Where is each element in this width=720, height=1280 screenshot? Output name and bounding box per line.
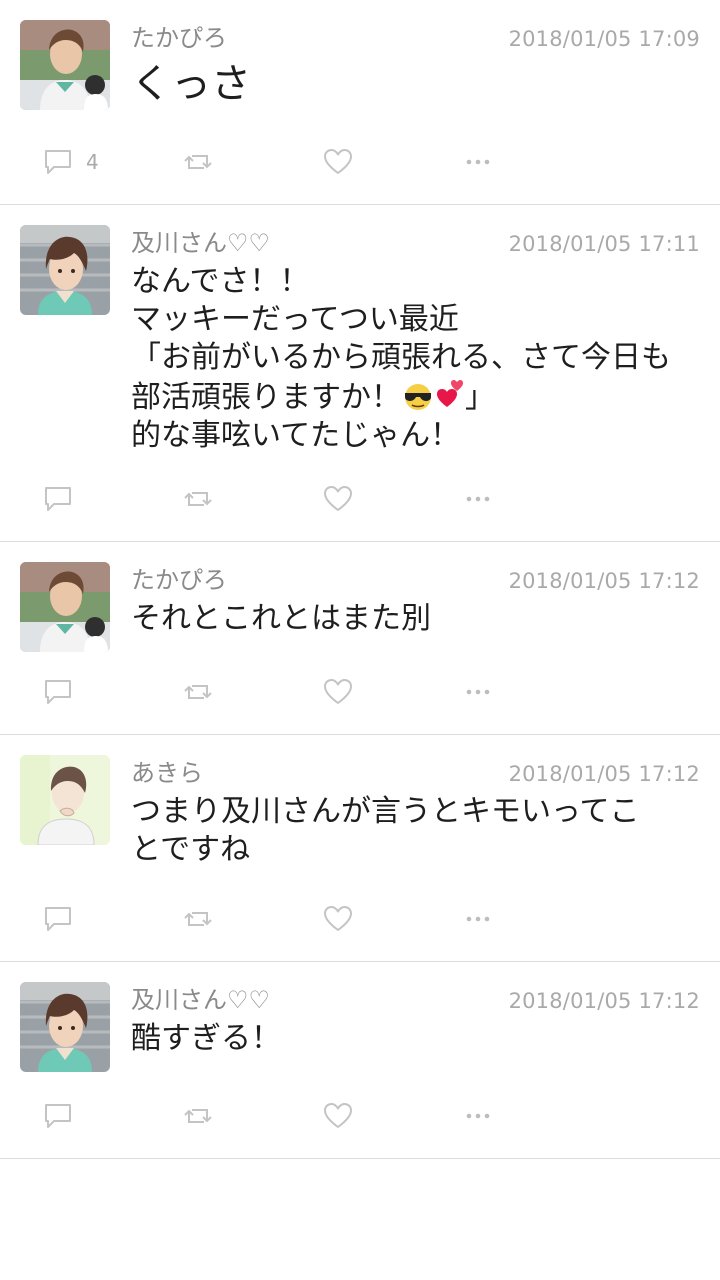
post-actions (20, 469, 700, 529)
more-icon (462, 1100, 494, 1132)
avatar-image (20, 20, 110, 110)
retweet-icon (182, 146, 214, 178)
post-item[interactable]: あきら 2018/01/05 17:12 つまり及川さんが言うとキモいってこ と… (0, 735, 720, 962)
comment-button[interactable] (42, 894, 182, 944)
more-icon (462, 483, 494, 515)
post-item[interactable]: たかぴろ 2018/01/05 17:09 くっさ 4 (0, 0, 720, 205)
post-message: それとこれとはまた別 (131, 601, 431, 636)
message-line: 的な事呟いてたじゃん！ (131, 418, 461, 453)
username[interactable]: 及川さん♡♡ (131, 982, 270, 1018)
more-button[interactable] (462, 137, 602, 187)
avatar-image (20, 982, 110, 1072)
avatar[interactable] (20, 755, 110, 845)
timestamp: 2018/01/05 17:12 (508, 989, 700, 1013)
post-meta: あきら 2018/01/05 17:12 (131, 755, 700, 791)
post-actions (20, 662, 700, 722)
comment-count: 4 (86, 150, 99, 174)
comment-icon (42, 1100, 74, 1132)
more-button[interactable] (462, 474, 602, 524)
comment-icon (42, 903, 74, 935)
post-item[interactable]: 及川さん♡♡ 2018/01/05 17:11 なんでさ！！ マッキーだってつい… (0, 205, 720, 542)
timestamp: 2018/01/05 17:09 (508, 27, 700, 51)
like-icon (322, 146, 354, 178)
comment-icon (42, 146, 74, 178)
like-button[interactable] (322, 667, 462, 717)
retweet-icon (182, 676, 214, 708)
more-icon (462, 676, 494, 708)
like-icon (322, 1100, 354, 1132)
retweet-button[interactable] (182, 1091, 322, 1141)
sunglasses-emoji (405, 384, 431, 410)
like-icon (322, 676, 354, 708)
post-actions (20, 889, 700, 949)
message-line: つまり及川さんが言うとキモいってこ (131, 794, 640, 829)
more-button[interactable] (462, 894, 602, 944)
message-line: 部活頑張りますか！ (131, 380, 401, 415)
username[interactable]: あきら (131, 755, 203, 791)
post-content: 及川さん♡♡ 2018/01/05 17:12 酷すぎる！ (131, 982, 700, 1072)
comment-icon (42, 483, 74, 515)
post-message: なんでさ！！ マッキーだってつい最近 「お前がいるから頑張れる、さて今日も 部活… (131, 263, 700, 455)
username[interactable]: たかぴろ (131, 562, 227, 598)
post-message: つまり及川さんが言うとキモいってこ とですね (131, 793, 700, 869)
retweet-button[interactable] (182, 894, 322, 944)
post-item[interactable]: 及川さん♡♡ 2018/01/05 17:12 酷すぎる！ (0, 962, 720, 1159)
username[interactable]: 及川さん♡♡ (131, 225, 270, 261)
avatar-image (20, 225, 110, 315)
username[interactable]: たかぴろ (131, 20, 227, 56)
message-line: 「お前がいるから頑張れる、さて今日も (131, 340, 671, 375)
like-button[interactable] (322, 137, 462, 187)
avatar[interactable] (20, 20, 110, 110)
more-icon (462, 903, 494, 935)
timestamp: 2018/01/05 17:11 (508, 232, 700, 256)
retweet-icon (182, 1100, 214, 1132)
post-meta: 及川さん♡♡ 2018/01/05 17:11 (131, 225, 700, 261)
post-item[interactable]: たかぴろ 2018/01/05 17:12 それとこれとはまた別 (0, 542, 720, 735)
comment-icon (42, 676, 74, 708)
more-button[interactable] (462, 667, 602, 717)
avatar[interactable] (20, 982, 110, 1072)
avatar[interactable] (20, 562, 110, 652)
comment-button[interactable]: 4 (42, 137, 182, 187)
retweet-icon (182, 483, 214, 515)
more-icon (462, 146, 494, 178)
like-icon (322, 483, 354, 515)
post-actions (20, 1086, 700, 1146)
comment-button[interactable] (42, 474, 182, 524)
post-content: たかぴろ 2018/01/05 17:09 くっさ (131, 20, 700, 110)
message-line: マッキーだってつい最近 (131, 302, 459, 337)
more-button[interactable] (462, 1091, 602, 1141)
retweet-button[interactable] (182, 137, 322, 187)
post-actions: 4 (20, 132, 700, 192)
post-content: あきら 2018/01/05 17:12 つまり及川さんが言うとキモいってこ と… (131, 755, 700, 869)
retweet-button[interactable] (182, 667, 322, 717)
post-message: 酷すぎる！ (131, 1021, 281, 1056)
hearts-emoji (437, 380, 463, 407)
post-content: 及川さん♡♡ 2018/01/05 17:11 なんでさ！！ マッキーだってつい… (131, 225, 700, 455)
message-line: なんでさ！！ (131, 264, 310, 299)
like-button[interactable] (322, 474, 462, 524)
post-message: くっさ (131, 61, 251, 107)
avatar-image (20, 562, 110, 652)
post-content: たかぴろ 2018/01/05 17:12 それとこれとはまた別 (131, 562, 700, 652)
post-meta: たかぴろ 2018/01/05 17:09 (131, 20, 700, 56)
timestamp: 2018/01/05 17:12 (508, 569, 700, 593)
comment-button[interactable] (42, 667, 182, 717)
retweet-icon (182, 903, 214, 935)
like-button[interactable] (322, 894, 462, 944)
message-line: 」 (465, 380, 495, 415)
avatar[interactable] (20, 225, 110, 315)
like-button[interactable] (322, 1091, 462, 1141)
retweet-button[interactable] (182, 474, 322, 524)
post-meta: たかぴろ 2018/01/05 17:12 (131, 562, 700, 598)
avatar-image (20, 755, 110, 845)
comment-button[interactable] (42, 1091, 182, 1141)
like-icon (322, 903, 354, 935)
post-meta: 及川さん♡♡ 2018/01/05 17:12 (131, 982, 700, 1018)
timeline: たかぴろ 2018/01/05 17:09 くっさ 4 及川さん♡♡ 2018/… (0, 0, 720, 1159)
message-line: とですね (131, 832, 251, 867)
timestamp: 2018/01/05 17:12 (508, 762, 700, 786)
